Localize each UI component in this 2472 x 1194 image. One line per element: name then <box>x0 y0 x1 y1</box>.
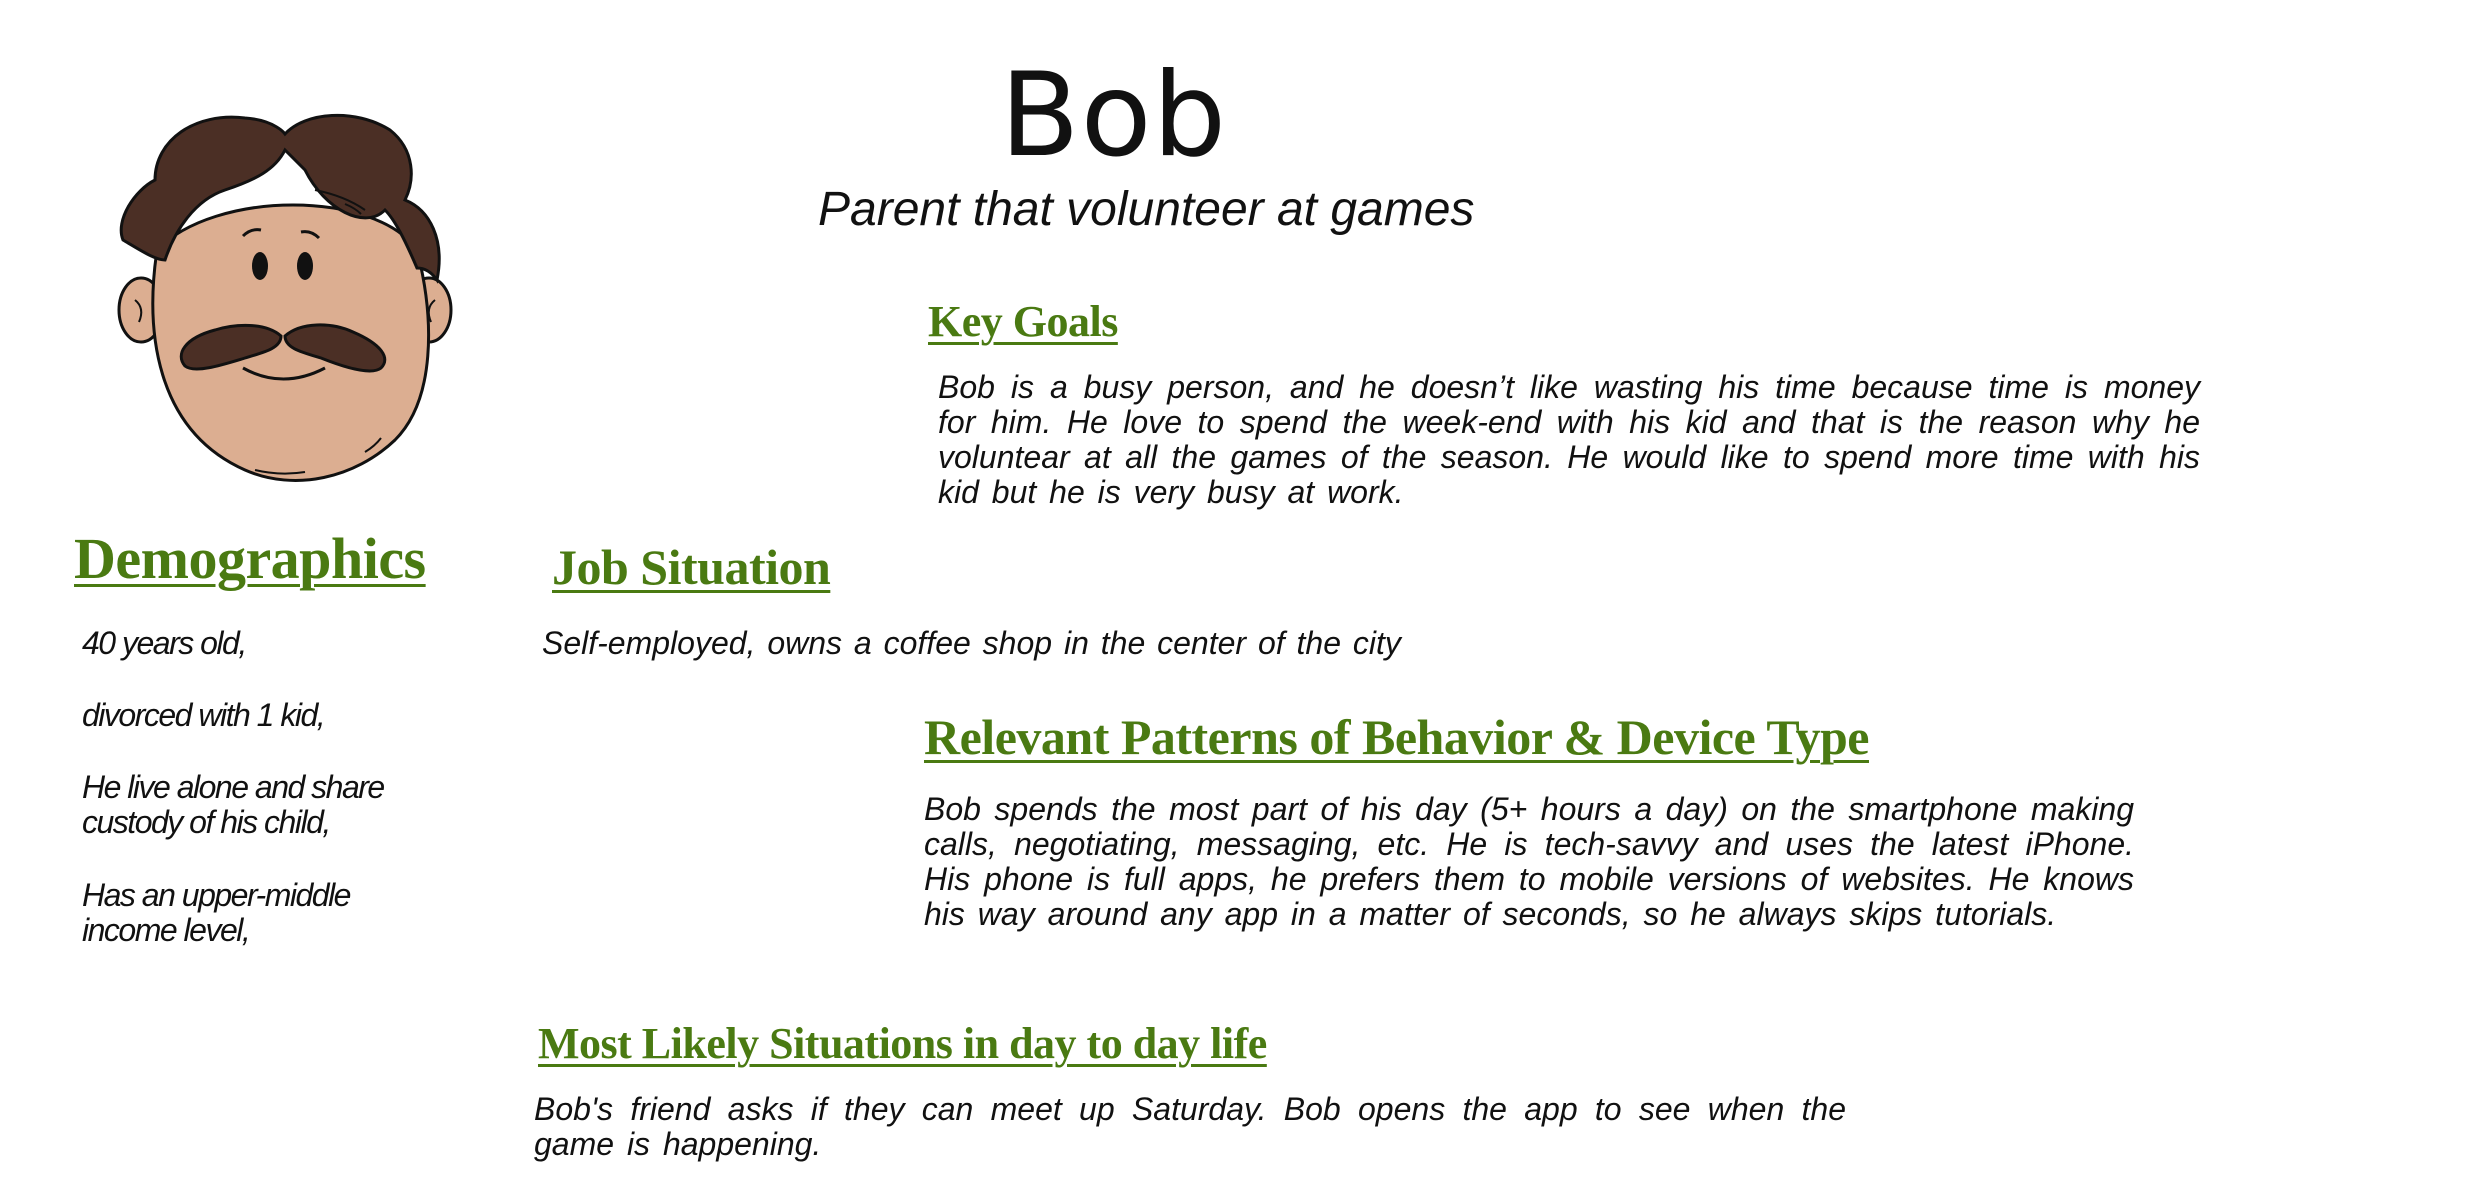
key-goals-heading: Key Goals <box>928 297 1118 346</box>
key-goals-text: Bob is a busy person, and he doesn’t lik… <box>938 369 2200 510</box>
demographic-item-age: 40 years old, <box>82 625 247 661</box>
situations-text: Bob's friend asks if they can meet up Sa… <box>534 1091 1846 1162</box>
left-eye <box>252 252 268 280</box>
cartoon-man-with-mustache-icon <box>117 113 453 482</box>
behavior-heading: Relevant Patterns of Behavior & Device T… <box>924 709 1869 765</box>
demographic-item-living: He live alone and share custody of his c… <box>82 769 385 840</box>
job-situation-heading: Job Situation <box>552 539 831 595</box>
avatar <box>105 100 465 490</box>
demographics-heading: Demographics <box>74 526 426 591</box>
persona-name: Bob <box>1000 48 1228 183</box>
demographic-item-family: divorced with 1 kid, <box>82 697 326 733</box>
demographic-item-income: Has an upper-middle income level, <box>82 877 351 948</box>
behavior-text: Bob spends the most part of his day (5+ … <box>924 791 2134 932</box>
job-situation-text: Self-employed, owns a coffee shop in the… <box>542 625 1401 661</box>
situations-heading: Most Likely Situations in day to day lif… <box>538 1019 1267 1068</box>
persona-role: Parent that volunteer at games <box>818 183 1475 236</box>
right-eye <box>297 252 313 280</box>
